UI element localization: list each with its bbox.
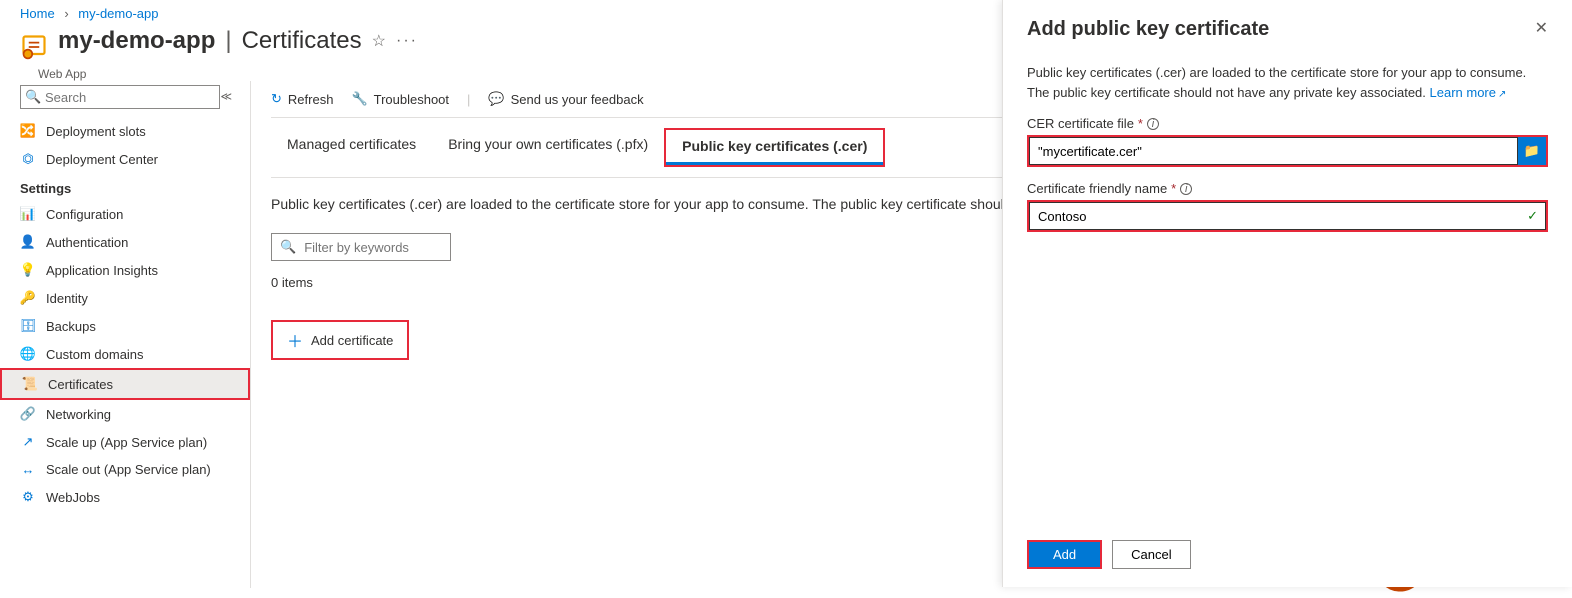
sidebar-item-label: Application Insights [46, 263, 158, 278]
sidebar-item-label: Configuration [46, 207, 123, 222]
sidebar-item-deployment-slots[interactable]: 🔀 Deployment slots [0, 117, 250, 145]
certificate-icon [20, 33, 48, 61]
tab-public-key-certificates[interactable]: Public key certificates (.cer) [666, 130, 883, 165]
sidebar-item-certificates[interactable]: 📜 Certificates [2, 370, 248, 398]
required-indicator: * [1171, 181, 1176, 196]
cer-file-input[interactable] [1029, 137, 1518, 165]
refresh-icon: ↻ [271, 91, 282, 107]
breadcrumb-app[interactable]: my-demo-app [78, 6, 158, 21]
add-certificate-button[interactable]: ＋ Add certificate [271, 320, 409, 360]
sidebar-item-scale-up[interactable]: ↗ Scale up (App Service plan) [0, 428, 250, 456]
sidebar-item-deployment-center[interactable]: ⏣ Deployment Center [0, 145, 250, 173]
sidebar-item-label: WebJobs [46, 490, 100, 505]
identity-icon: 🔑 [20, 290, 36, 306]
sidebar-section-settings: Settings [0, 173, 250, 200]
filter-input[interactable] [304, 240, 442, 255]
panel-title: Add public key certificate [1027, 18, 1269, 41]
more-menu-icon[interactable]: ··· [396, 32, 418, 50]
scale-up-icon: ↗ [20, 434, 36, 450]
sidebar-item-webjobs[interactable]: ⚙ WebJobs [0, 483, 250, 511]
sidebar: 🔍 ≪ 🔀 Deployment slots ⏣ Deployment Cent… [0, 81, 250, 588]
configuration-icon: 📊 [20, 206, 36, 222]
friendly-name-label: Certificate friendly name * i [1027, 181, 1548, 196]
sidebar-item-app-insights[interactable]: 💡 Application Insights [0, 256, 250, 284]
sidebar-item-label: Authentication [46, 235, 128, 250]
sidebar-item-identity[interactable]: 🔑 Identity [0, 284, 250, 312]
slots-icon: 🔀 [20, 123, 36, 139]
sidebar-item-label: Deployment Center [46, 152, 158, 167]
panel-description: Public key certificates (.cer) are loade… [1027, 63, 1548, 102]
sidebar-item-label: Backups [46, 319, 96, 334]
tab-bring-certificates[interactable]: Bring your own certificates (.pfx) [432, 128, 664, 167]
panel-close-button[interactable]: ✕ [1535, 18, 1548, 38]
insights-icon: 💡 [20, 262, 36, 278]
info-icon[interactable]: i [1147, 118, 1159, 130]
folder-icon: 📁 [1524, 143, 1540, 159]
troubleshoot-button[interactable]: 🔧 Troubleshoot [351, 91, 449, 107]
add-certificate-panel: Add public key certificate ✕ Public key … [1002, 0, 1572, 587]
refresh-label: Refresh [288, 92, 334, 107]
sidebar-item-label: Scale out (App Service plan) [46, 462, 211, 477]
backups-icon: 🗄 [20, 318, 36, 334]
sidebar-item-configuration[interactable]: 📊 Configuration [0, 200, 250, 228]
page-section: Certificates [242, 27, 362, 55]
cancel-button[interactable]: Cancel [1112, 540, 1190, 569]
panel-learn-more-link[interactable]: Learn more↗ [1430, 85, 1507, 100]
info-icon[interactable]: i [1180, 183, 1192, 195]
filter-box: 🔍 [271, 233, 451, 261]
close-icon: ✕ [1535, 20, 1548, 37]
add-certificate-label: Add certificate [311, 333, 393, 348]
toolbar-divider: | [467, 92, 470, 107]
sidebar-search: 🔍 ≪ [20, 85, 230, 109]
collapse-sidebar-icon[interactable]: ≪ [220, 90, 232, 103]
sidebar-item-backups[interactable]: 🗄 Backups [0, 312, 250, 340]
add-button[interactable]: Add [1027, 540, 1102, 569]
sidebar-item-scale-out[interactable]: ↔ Scale out (App Service plan) [0, 456, 250, 483]
sidebar-item-custom-domains[interactable]: 🌐 Custom domains [0, 340, 250, 368]
deployment-center-icon: ⏣ [20, 151, 36, 167]
browse-file-button[interactable]: 📁 [1518, 137, 1546, 165]
sidebar-item-label: Networking [46, 407, 111, 422]
sidebar-item-label: Certificates [48, 377, 113, 392]
search-icon: 🔍 [25, 89, 41, 105]
breadcrumb-separator: › [64, 6, 68, 21]
sidebar-search-input[interactable] [20, 85, 220, 109]
sidebar-item-networking[interactable]: 🔗 Networking [0, 400, 250, 428]
sidebar-item-label: Custom domains [46, 347, 144, 362]
favorite-star-icon[interactable]: ☆ [372, 31, 386, 51]
domains-icon: 🌐 [20, 346, 36, 362]
feedback-icon: 💬 [488, 91, 504, 107]
troubleshoot-icon: 🔧 [351, 91, 367, 107]
sidebar-item-authentication[interactable]: 👤 Authentication [0, 228, 250, 256]
sidebar-item-label: Scale up (App Service plan) [46, 435, 207, 450]
feedback-button[interactable]: 💬 Send us your feedback [488, 91, 643, 107]
search-icon: 🔍 [280, 239, 296, 255]
refresh-button[interactable]: ↻ Refresh [271, 91, 333, 107]
checkmark-icon: ✓ [1527, 208, 1538, 224]
sidebar-item-label: Deployment slots [46, 124, 146, 139]
required-indicator: * [1138, 116, 1143, 131]
authentication-icon: 👤 [20, 234, 36, 250]
networking-icon: 🔗 [20, 406, 36, 422]
page-title: my-demo-app [58, 27, 215, 55]
cer-file-label: CER certificate file * i [1027, 116, 1548, 131]
panel-footer: Add Cancel [1027, 528, 1548, 569]
certificates-icon: 📜 [22, 376, 38, 392]
scale-out-icon: ↔ [20, 462, 36, 477]
friendly-name-input[interactable] [1029, 202, 1546, 230]
breadcrumb-home[interactable]: Home [20, 6, 55, 21]
troubleshoot-label: Troubleshoot [374, 92, 449, 107]
tab-managed-certificates[interactable]: Managed certificates [271, 128, 432, 167]
sidebar-item-label: Identity [46, 291, 88, 306]
webjobs-icon: ⚙ [20, 489, 36, 505]
feedback-label: Send us your feedback [511, 92, 644, 107]
external-link-icon: ↗ [1498, 89, 1506, 100]
plus-icon: ＋ [287, 328, 303, 352]
